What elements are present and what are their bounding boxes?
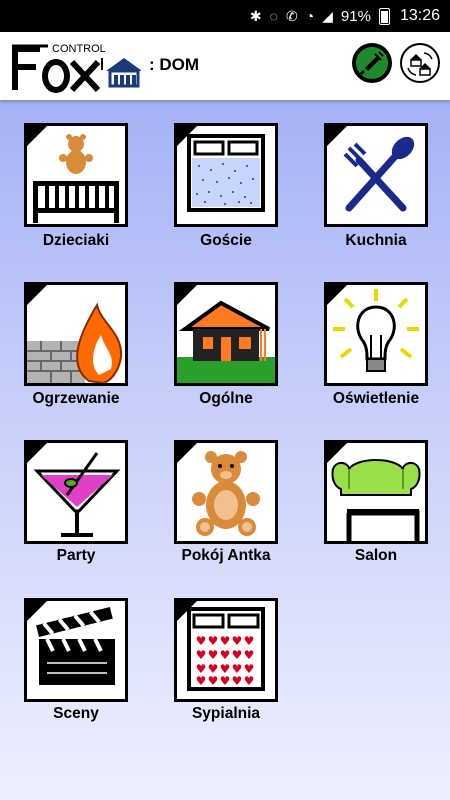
room-label: Sypialnia [191, 705, 261, 722]
tile-corner-marker [27, 601, 47, 621]
tile-corner-marker [27, 285, 47, 305]
tile-corner-marker [27, 126, 47, 146]
battery-icon [378, 7, 390, 25]
connection-status-button[interactable] [352, 43, 392, 83]
room-tile-frame [24, 440, 128, 544]
svg-text:♥: ♥ [208, 648, 219, 662]
svg-text:♥: ♥ [220, 674, 231, 688]
location-title: : DOM [149, 55, 200, 74]
room-tile-ogolne[interactable] [174, 282, 278, 386]
tile-corner-marker [27, 443, 47, 463]
tile-corner-marker [327, 443, 347, 463]
tile-corner-marker [327, 285, 347, 305]
room-tile-frame [24, 598, 128, 702]
room-label: Pokój Antka [181, 547, 271, 564]
room-tile-frame [174, 440, 278, 544]
tile-corner-marker [177, 285, 197, 305]
tile-corner-marker [327, 126, 347, 146]
svg-text:♥: ♥ [196, 648, 207, 662]
room-tile-ogrzewanie[interactable] [24, 282, 128, 386]
svg-text:♥: ♥ [232, 634, 243, 648]
svg-text:♥: ♥ [232, 648, 243, 662]
bluetooth-icon: ✱ [249, 7, 262, 24]
svg-text:♥: ♥ [196, 674, 207, 688]
room-tile-pokoj-antka[interactable] [174, 440, 278, 544]
tile-corner-marker [177, 601, 197, 621]
room-tile-sceny[interactable] [24, 598, 128, 702]
room-tile-dzieciaki[interactable] [24, 123, 128, 227]
room-tile-party[interactable] [24, 440, 128, 544]
room-tile-frame [324, 123, 428, 227]
fox-control-logo: CONTROL [6, 38, 142, 96]
tile-corner-marker [177, 126, 197, 146]
room-label: Dzieciaki [42, 232, 110, 249]
room-tile-frame [324, 440, 428, 544]
room-tile-sypialnia[interactable]: ♥ ♥ ♥ ♥ ♥ ♥ ♥ ♥ ♥ ♥ ♥ ♥ ♥ ♥ ♥ ♥ ♥ ♥ ♥ ♥ [174, 598, 278, 702]
battery-percent: 91% [340, 7, 371, 25]
room-tile-frame [174, 282, 278, 386]
svg-text:♥: ♥ [244, 648, 255, 662]
mute-icon: ◌ [269, 8, 278, 24]
logo-sub-text: CONTROL [52, 43, 106, 55]
svg-text:♥: ♥ [220, 634, 231, 648]
room-tile-frame [24, 282, 128, 386]
room-tile-frame [24, 123, 128, 227]
room-label: Kuchnia [345, 232, 407, 249]
room-label: Ogrzewanie [32, 390, 120, 407]
signal-icon: ◢ [322, 7, 333, 24]
room-tile-kuchnia[interactable] [324, 123, 428, 227]
tile-corner-marker [177, 443, 197, 463]
room-label: Ogólne [199, 390, 253, 407]
home-icon [106, 58, 142, 88]
room-tile-salon[interactable] [324, 440, 428, 544]
room-label: Party [56, 547, 96, 564]
room-label: Goście [200, 232, 252, 249]
clock: 13:26 [399, 7, 440, 24]
app-header: CONTROL : DOM [0, 32, 450, 100]
room-tile-goscie[interactable] [174, 123, 278, 227]
wifi-call-icon: ✆ [285, 7, 298, 24]
svg-text:♥: ♥ [232, 674, 243, 688]
svg-text:♥: ♥ [208, 634, 219, 648]
room-label: Oświetlenie [332, 390, 420, 407]
svg-text:♥: ♥ [208, 674, 219, 688]
room-label: Sceny [53, 705, 99, 722]
room-label: Salon [354, 547, 398, 564]
status-bar: ✱ ◌ ✆ ◔ ◢ 91% 13:26 [0, 0, 450, 32]
svg-text:♥: ♥ [196, 634, 207, 648]
svg-text:♥: ♥ [220, 648, 231, 662]
svg-text:♥: ♥ [244, 634, 255, 648]
wifi-icon: ◔ [305, 8, 315, 24]
room-tile-oswietlenie[interactable] [324, 282, 428, 386]
house-sync-icon [407, 52, 433, 76]
room-tile-frame [324, 282, 428, 386]
room-tile-frame [174, 123, 278, 227]
switch-location-button[interactable] [400, 43, 440, 83]
room-tile-frame: ♥ ♥ ♥ ♥ ♥ ♥ ♥ ♥ ♥ ♥ ♥ ♥ ♥ ♥ ♥ ♥ ♥ ♥ ♥ ♥ [174, 598, 278, 702]
plug-icon [356, 47, 388, 79]
svg-text:♥: ♥ [244, 674, 255, 688]
